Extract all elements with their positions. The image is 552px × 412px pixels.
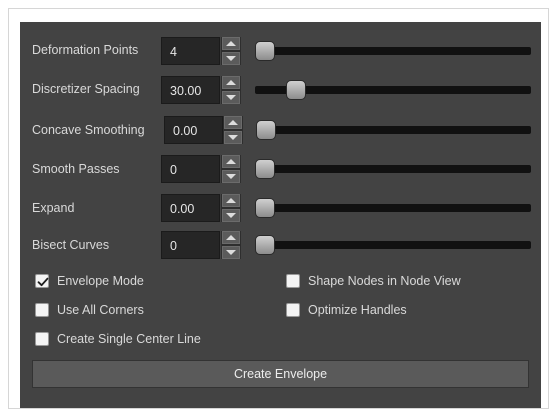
checkmark-icon	[37, 277, 49, 287]
expand-increment-button[interactable]	[222, 194, 240, 207]
envelope-options-panel: Deformation Points 4 Discretizer Spacing…	[20, 22, 541, 408]
arrow-down-icon	[226, 95, 236, 100]
optimize-handles-checkbox[interactable]: Optimize Handles	[286, 301, 407, 319]
row-discretizer-spacing: Discretizer Spacing 30.00	[20, 73, 541, 107]
concave-smoothing-field[interactable]: 0.00	[164, 116, 223, 144]
deformation-points-slider-thumb[interactable]	[255, 41, 275, 61]
expand-label: Expand	[32, 201, 75, 215]
bisect-curves-slider-thumb[interactable]	[255, 235, 275, 255]
smooth-passes-label: Smooth Passes	[32, 162, 120, 176]
expand-slider-track[interactable]	[255, 204, 531, 212]
shape-nodes-in-node-view-checkbox[interactable]: Shape Nodes in Node View	[286, 272, 461, 290]
create-single-center-line-checkbox-box[interactable]	[35, 332, 49, 346]
arrow-up-icon	[226, 159, 236, 164]
discretizer-spacing-spinner[interactable]	[221, 76, 241, 104]
row-smooth-passes: Smooth Passes 0	[20, 152, 541, 186]
discretizer-spacing-slider-thumb[interactable]	[285, 80, 306, 100]
deformation-points-spinner[interactable]	[221, 37, 241, 65]
arrow-up-icon	[226, 80, 236, 85]
discretizer-spacing-decrement-button[interactable]	[222, 91, 240, 104]
discretizer-spacing-label: Discretizer Spacing	[32, 82, 140, 96]
arrow-up-icon	[226, 41, 236, 46]
bisect-curves-label: Bisect Curves	[32, 238, 110, 252]
arrow-up-icon	[228, 120, 238, 125]
concave-smoothing-label: Concave Smoothing	[32, 123, 145, 137]
create-envelope-button[interactable]: Create Envelope	[32, 360, 529, 388]
smooth-passes-increment-button[interactable]	[222, 155, 240, 168]
bisect-curves-slider-track[interactable]	[255, 241, 531, 249]
arrow-down-icon	[226, 213, 236, 218]
smooth-passes-spinner[interactable]	[221, 155, 241, 183]
shape-nodes-in-node-view-checkbox-box[interactable]	[286, 274, 300, 288]
arrow-up-icon	[226, 198, 236, 203]
smooth-passes-slider-track[interactable]	[255, 165, 531, 173]
row-deformation-points: Deformation Points 4	[20, 34, 541, 68]
smooth-passes-slider-thumb[interactable]	[255, 159, 275, 179]
arrow-down-icon	[228, 135, 238, 140]
deformation-points-increment-button[interactable]	[222, 37, 240, 50]
deformation-points-decrement-button[interactable]	[222, 52, 240, 65]
bisect-curves-decrement-button[interactable]	[222, 246, 240, 259]
use-all-corners-checkbox-box[interactable]	[35, 303, 49, 317]
arrow-down-icon	[226, 250, 236, 255]
concave-smoothing-increment-button[interactable]	[224, 116, 242, 129]
expand-field[interactable]: 0.00	[161, 194, 220, 222]
row-bisect-curves: Bisect Curves 0	[20, 228, 541, 262]
bisect-curves-spinner[interactable]	[221, 231, 241, 259]
row-expand: Expand 0.00	[20, 191, 541, 225]
shape-nodes-in-node-view-label: Shape Nodes in Node View	[308, 274, 461, 288]
row-concave-smoothing: Concave Smoothing 0.00	[20, 113, 541, 147]
expand-spinner[interactable]	[221, 194, 241, 222]
optimize-handles-checkbox-box[interactable]	[286, 303, 300, 317]
use-all-corners-label: Use All Corners	[57, 303, 144, 317]
deformation-points-slider-track[interactable]	[255, 47, 531, 55]
deformation-points-field[interactable]: 4	[161, 37, 220, 65]
create-single-center-line-label: Create Single Center Line	[57, 332, 201, 346]
use-all-corners-checkbox[interactable]: Use All Corners	[35, 301, 144, 319]
expand-slider-thumb[interactable]	[255, 198, 275, 218]
arrow-up-icon	[226, 235, 236, 240]
bisect-curves-increment-button[interactable]	[222, 231, 240, 244]
concave-smoothing-slider-track[interactable]	[256, 126, 531, 134]
concave-smoothing-spinner[interactable]	[223, 116, 243, 144]
deformation-points-label: Deformation Points	[32, 43, 139, 57]
bisect-curves-field[interactable]: 0	[161, 231, 220, 259]
envelope-mode-checkbox-box[interactable]	[35, 274, 49, 288]
optimize-handles-label: Optimize Handles	[308, 303, 407, 317]
concave-smoothing-decrement-button[interactable]	[224, 131, 242, 144]
expand-decrement-button[interactable]	[222, 209, 240, 222]
concave-smoothing-slider-thumb[interactable]	[256, 120, 276, 140]
discretizer-spacing-increment-button[interactable]	[222, 76, 240, 89]
smooth-passes-decrement-button[interactable]	[222, 170, 240, 183]
envelope-mode-label: Envelope Mode	[57, 274, 144, 288]
create-single-center-line-checkbox[interactable]: Create Single Center Line	[35, 330, 201, 348]
discretizer-spacing-field[interactable]: 30.00	[161, 76, 220, 104]
smooth-passes-field[interactable]: 0	[161, 155, 220, 183]
envelope-mode-checkbox[interactable]: Envelope Mode	[35, 272, 144, 290]
arrow-down-icon	[226, 174, 236, 179]
arrow-down-icon	[226, 56, 236, 61]
